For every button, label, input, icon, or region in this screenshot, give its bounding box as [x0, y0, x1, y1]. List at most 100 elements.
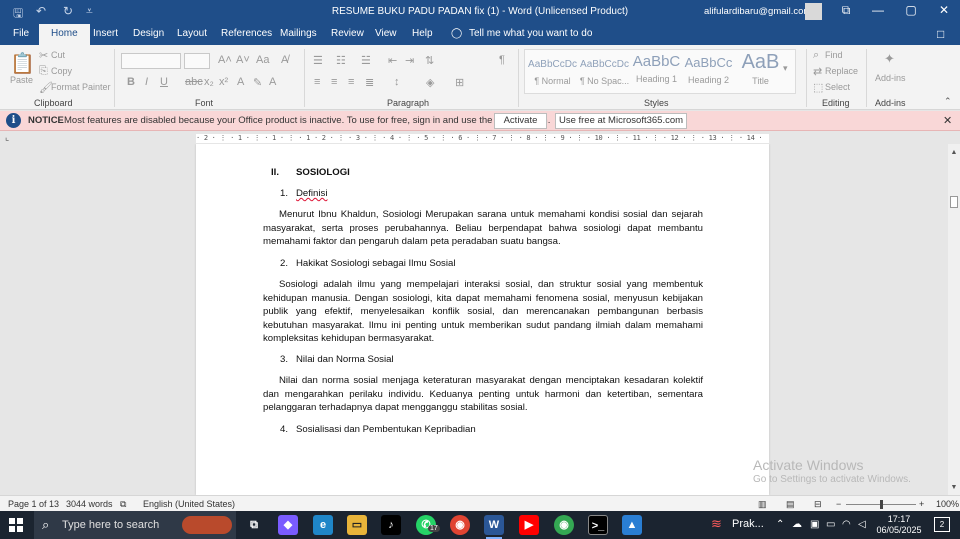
task-view-icon[interactable]: ⧉	[244, 515, 264, 535]
youtube-icon[interactable]: ▶	[519, 515, 539, 535]
copy-icon[interactable]: ⎘	[39, 65, 48, 78]
page-count[interactable]: Page 1 of 13	[8, 499, 59, 509]
numbering-icon[interactable]: ☷	[336, 54, 346, 67]
paste-button[interactable]: Paste	[10, 75, 33, 85]
italic-icon[interactable]: I	[145, 76, 148, 88]
scroll-thumb[interactable]	[950, 196, 958, 208]
taskbar-search[interactable]: ⌕ Type here to search	[34, 511, 236, 539]
select-icon[interactable]: ⬚	[813, 81, 823, 94]
tray-app-icon[interactable]: ▣	[810, 519, 819, 530]
sort-icon[interactable]: ⇅	[425, 54, 434, 67]
print-layout-icon[interactable]: ▤	[786, 499, 795, 510]
styles-more-icon[interactable]: ▾	[783, 63, 788, 74]
windows-start-icon[interactable]	[9, 518, 23, 532]
collapse-ribbon-icon[interactable]: ⌃	[944, 96, 952, 107]
chrome-icon[interactable]: ◉	[450, 515, 470, 535]
find-icon[interactable]: ⌕	[813, 49, 819, 62]
wifi-icon[interactable]: ◠	[842, 519, 851, 530]
photos-icon[interactable]: ▲	[622, 515, 642, 535]
subscript-icon[interactable]: x₂	[204, 76, 214, 88]
avatar[interactable]	[805, 3, 822, 20]
minimize-button[interactable]: —	[866, 3, 890, 17]
zoom-out-button[interactable]: −	[836, 499, 841, 509]
chrome-profile-icon[interactable]: ◉	[554, 515, 574, 535]
tab-selector-icon[interactable]: ⌞	[5, 132, 9, 143]
language-indicator[interactable]: English (United States)	[143, 499, 235, 509]
tab-home[interactable]: Home	[39, 24, 90, 45]
zoom-level[interactable]: 100%	[936, 499, 959, 509]
tab-design[interactable]: Design	[133, 28, 164, 39]
bold-icon[interactable]: B	[127, 76, 135, 88]
account-email[interactable]: alifulardibaru@gmail.com	[704, 6, 811, 17]
text-effects-icon[interactable]: A	[237, 76, 244, 88]
tab-mailings[interactable]: Mailings	[280, 28, 317, 39]
document-page[interactable]: II. SOSIOLOGI 1. Definisi Menurut Ibnu Kha…	[196, 144, 769, 495]
zoom-slider-knob[interactable]	[880, 500, 883, 509]
word-count[interactable]: 3044 words	[66, 499, 113, 509]
addins-icon[interactable]: ✦	[884, 51, 895, 67]
activate-button[interactable]: Activate	[494, 113, 547, 129]
line-spacing-icon[interactable]: ↕	[394, 76, 400, 88]
cut-icon[interactable]: ✂	[39, 49, 48, 62]
scroll-down-icon[interactable]: ▼	[950, 484, 958, 491]
addins-button[interactable]: Add-ins	[875, 73, 906, 83]
vertical-scrollbar[interactable]: ▲ ▼	[948, 144, 960, 495]
copy-button[interactable]: Copy	[51, 66, 72, 76]
cut-button[interactable]: Cut	[51, 50, 65, 60]
horizontal-ruler[interactable]: · 2 · ⋮ · 1 · ⋮ · 1 · ⋮ · 1 · 2 · ⋮ · 3 …	[196, 134, 769, 143]
show-formatting-icon[interactable]: ¶	[499, 54, 505, 66]
tab-layout[interactable]: Layout	[177, 28, 207, 39]
tab-references[interactable]: References	[221, 28, 272, 39]
shading-icon[interactable]: ◈	[426, 76, 434, 89]
align-right-icon[interactable]: ≡	[348, 76, 354, 88]
edge-icon[interactable]: e	[313, 515, 333, 535]
restore-button[interactable]: ▢	[899, 3, 923, 17]
replace-icon[interactable]: ⇄	[813, 65, 822, 78]
replace-button[interactable]: Replace	[825, 66, 858, 76]
close-notice-icon[interactable]: ✕	[943, 114, 952, 127]
tell-me-search[interactable]: Tell me what you want to do	[469, 28, 592, 39]
tab-insert[interactable]: Insert	[93, 28, 118, 39]
word-icon[interactable]: W	[484, 515, 504, 535]
paste-icon[interactable]: 📋	[10, 51, 35, 76]
tiktok-icon[interactable]: ♪	[381, 515, 401, 535]
comments-icon[interactable]: □	[937, 27, 944, 41]
style-title[interactable]: AaB Title	[735, 50, 786, 93]
decrease-indent-icon[interactable]: ⇤	[388, 54, 397, 67]
taskbar-clock[interactable]: 17:17 06/05/2025	[874, 514, 924, 536]
tab-view[interactable]: View	[375, 28, 397, 39]
tab-review[interactable]: Review	[331, 28, 364, 39]
proofing-icon[interactable]: ⧉	[120, 499, 126, 510]
use-web-version-button[interactable]: Use free at Microsoft365.com	[555, 113, 687, 129]
read-mode-icon[interactable]: ▥	[758, 499, 767, 510]
style-no-spacing[interactable]: AaBbCcDc ¶ No Spac...	[579, 50, 630, 93]
underline-icon[interactable]: U	[160, 76, 168, 88]
align-center-icon[interactable]: ≡	[331, 76, 337, 88]
select-button[interactable]: Select	[825, 82, 850, 92]
volume-icon[interactable]: ◁	[858, 519, 866, 530]
font-color-icon[interactable]: A	[269, 76, 276, 88]
justify-icon[interactable]: ≣	[365, 76, 374, 89]
zoom-in-button[interactable]: +	[919, 499, 924, 509]
grow-font-icon[interactable]: A˄	[218, 54, 232, 66]
strikethrough-icon[interactable]: abc	[185, 76, 203, 88]
close-button[interactable]: ✕	[932, 3, 956, 17]
superscript-icon[interactable]: x²	[219, 76, 228, 88]
battery-icon[interactable]: ▭	[826, 519, 835, 530]
terminal-icon[interactable]: >_	[588, 515, 608, 535]
ribbon-display-options-icon[interactable]: ⧉	[834, 3, 858, 18]
clear-formatting-icon[interactable]: A̸	[281, 54, 288, 66]
copilot-icon[interactable]: ◆	[278, 515, 298, 535]
chevron-up-icon[interactable]: ⌃	[776, 519, 784, 530]
increase-indent-icon[interactable]: ⇥	[405, 54, 414, 67]
weather-text[interactable]: Prak...	[732, 518, 764, 530]
align-left-icon[interactable]: ≡	[314, 76, 320, 88]
notification-center-icon[interactable]: 2	[934, 517, 950, 532]
highlight-icon[interactable]: ✎	[253, 76, 262, 89]
web-layout-icon[interactable]: ⊟	[814, 499, 822, 510]
tab-file[interactable]: File	[13, 28, 29, 39]
font-name-box[interactable]	[121, 53, 181, 69]
file-explorer-icon[interactable]: ▭	[347, 515, 367, 535]
borders-icon[interactable]: ⊞	[455, 76, 464, 89]
search-input[interactable]: Type here to search	[62, 519, 159, 531]
